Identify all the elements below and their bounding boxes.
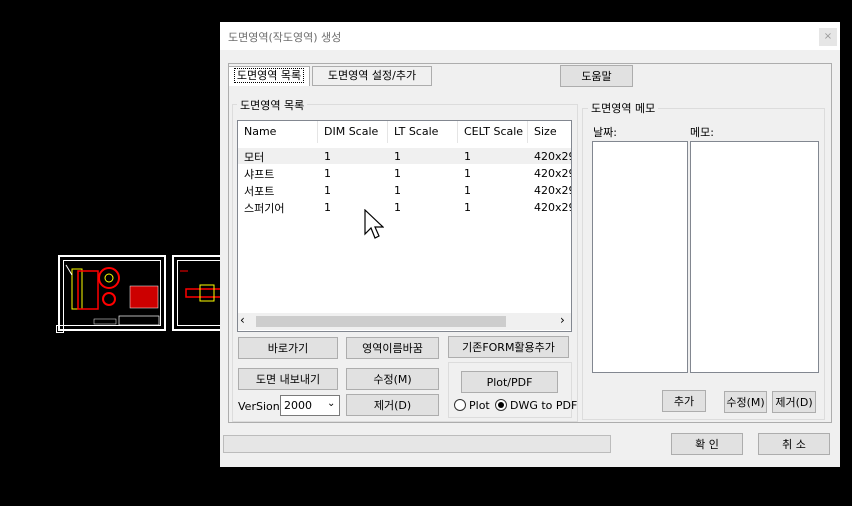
memo-delete-label: 제거(D)	[775, 396, 813, 409]
version-select[interactable]: 2000 ⌄	[280, 395, 340, 416]
plot-pdf-label: Plot/PDF	[486, 375, 533, 389]
title-bar[interactable]: 도면영역(작도영역) 생성 ×	[220, 22, 840, 50]
memo-group-label: 도면영역 메모	[588, 100, 659, 116]
chevron-right-icon[interactable]: ›	[560, 313, 565, 327]
add-from-form-button[interactable]: 기존FORM활용추가	[448, 336, 569, 358]
radio-plot-label: Plot	[469, 399, 490, 412]
radio-plot[interactable]	[454, 399, 466, 411]
tab-drawing-area-list[interactable]: 도면영역 목록	[228, 66, 310, 86]
delete-button[interactable]: 제거(D)	[346, 394, 439, 416]
column-header-dim-scale[interactable]: DIM Scale	[318, 121, 388, 143]
dialog-title: 도면영역(작도영역) 생성	[228, 31, 342, 44]
date-label: 날짜:	[593, 126, 617, 139]
memo-label: 메모:	[690, 126, 714, 139]
cancel-button[interactable]: 취 소	[758, 433, 830, 455]
cell-celt-scale: 1	[464, 201, 471, 214]
cell-name: 샤프트	[244, 168, 275, 181]
version-label: VerSion:	[238, 400, 284, 413]
memo-edit-button[interactable]: 수정(M)	[724, 391, 767, 413]
cell-lt-scale: 1	[394, 184, 401, 197]
cell-celt-scale: 1	[464, 167, 471, 180]
cell-lt-scale: 1	[394, 201, 401, 214]
version-value: 2000	[284, 399, 312, 412]
ok-button[interactable]: 확 인	[671, 433, 743, 455]
plot-pdf-button[interactable]: Plot/PDF	[461, 371, 558, 393]
column-header-name[interactable]: Name	[238, 121, 318, 143]
chevron-left-icon[interactable]: ‹	[240, 313, 245, 327]
radio-dwg-to-pdf-label: DWG to PDF	[510, 399, 578, 412]
tab-drawing-area-settings[interactable]: 도면영역 설정/추가	[312, 66, 432, 86]
memo-edit-label: 수정(M)	[726, 396, 765, 409]
table-row[interactable]: 모터 1 1 1 420x29	[238, 148, 571, 164]
table-row[interactable]: 스퍼기어 1 1 1 420x29	[238, 199, 571, 215]
close-icon: ×	[823, 31, 833, 42]
progress-bar	[223, 435, 611, 453]
cell-size: 420x29	[534, 167, 572, 180]
memo-delete-button[interactable]: 제거(D)	[772, 391, 816, 413]
cell-name: 모터	[244, 151, 265, 164]
drawing-area-listview[interactable]: Name DIM Scale LT Scale CELT Scale Size …	[237, 120, 572, 332]
shaft-drawing-icon	[180, 270, 224, 302]
cell-name: 스퍼기어	[244, 202, 285, 215]
cell-lt-scale: 1	[394, 150, 401, 163]
cell-name: 서포트	[244, 185, 275, 198]
horizontal-scrollbar[interactable]: ‹ ›	[238, 313, 571, 330]
ok-label: 확 인	[695, 438, 719, 451]
memo-list[interactable]	[690, 141, 819, 373]
tab-label: 도면영역 설정/추가	[327, 69, 417, 82]
column-header-lt-scale[interactable]: LT Scale	[388, 121, 458, 143]
delete-label: 제거(D)	[373, 399, 412, 412]
cell-size: 420x29	[534, 201, 572, 214]
cell-dim-scale: 1	[324, 167, 331, 180]
grip-handle[interactable]	[56, 325, 64, 333]
goto-label: 바로가기	[267, 342, 309, 355]
help-button[interactable]: 도움말	[560, 65, 633, 87]
list-group-label: 도면영역 목록	[237, 97, 308, 113]
radio-dwg-to-pdf[interactable]	[495, 399, 507, 411]
cell-celt-scale: 1	[464, 150, 471, 163]
cell-lt-scale: 1	[394, 167, 401, 180]
cell-dim-scale: 1	[324, 184, 331, 197]
add-form-label: 기존FORM활용추가	[462, 341, 555, 354]
export-drawing-button[interactable]: 도면 내보내기	[238, 368, 338, 390]
cell-size: 420x29	[534, 150, 572, 163]
close-button[interactable]: ×	[819, 28, 837, 46]
drawing-sheet-thumbnail[interactable]	[58, 255, 166, 331]
date-list[interactable]	[592, 141, 688, 373]
column-header-size[interactable]: Size	[528, 121, 571, 143]
scrollbar-thumb[interactable]	[256, 316, 506, 327]
cell-size: 420x29	[534, 184, 572, 197]
create-drawing-area-dialog: 도면영역(작도영역) 생성 × 도면영역 목록 도면영역 설정/추가 도움말 도…	[220, 22, 840, 467]
sheet-border	[63, 260, 161, 326]
rename-area-button[interactable]: 영역이름바꿈	[346, 337, 439, 359]
cell-dim-scale: 1	[324, 201, 331, 214]
table-row[interactable]: 서포트 1 1 1 420x29	[238, 182, 571, 198]
table-row[interactable]: 샤프트 1 1 1 420x29	[238, 165, 571, 181]
chevron-down-icon: ⌄	[327, 398, 336, 409]
gear-drawing-icon	[65, 264, 160, 326]
sheet-border	[177, 260, 224, 326]
cell-dim-scale: 1	[324, 150, 331, 163]
rename-label: 영역이름바꿈	[362, 342, 423, 355]
help-label: 도움말	[581, 70, 612, 83]
mouse-cursor-icon	[364, 209, 384, 239]
cell-celt-scale: 1	[464, 184, 471, 197]
edit-button[interactable]: 수정(M)	[346, 368, 439, 390]
memo-add-label: 추가	[673, 395, 695, 408]
column-header-celt-scale[interactable]: CELT Scale	[458, 121, 528, 143]
cancel-label: 취 소	[782, 438, 806, 451]
tab-label: 도면영역 목록	[233, 68, 305, 83]
memo-add-button[interactable]: 추가	[662, 390, 706, 412]
export-label: 도면 내보내기	[255, 373, 321, 386]
edit-label: 수정(M)	[373, 373, 412, 386]
goto-button[interactable]: 바로가기	[238, 337, 338, 359]
